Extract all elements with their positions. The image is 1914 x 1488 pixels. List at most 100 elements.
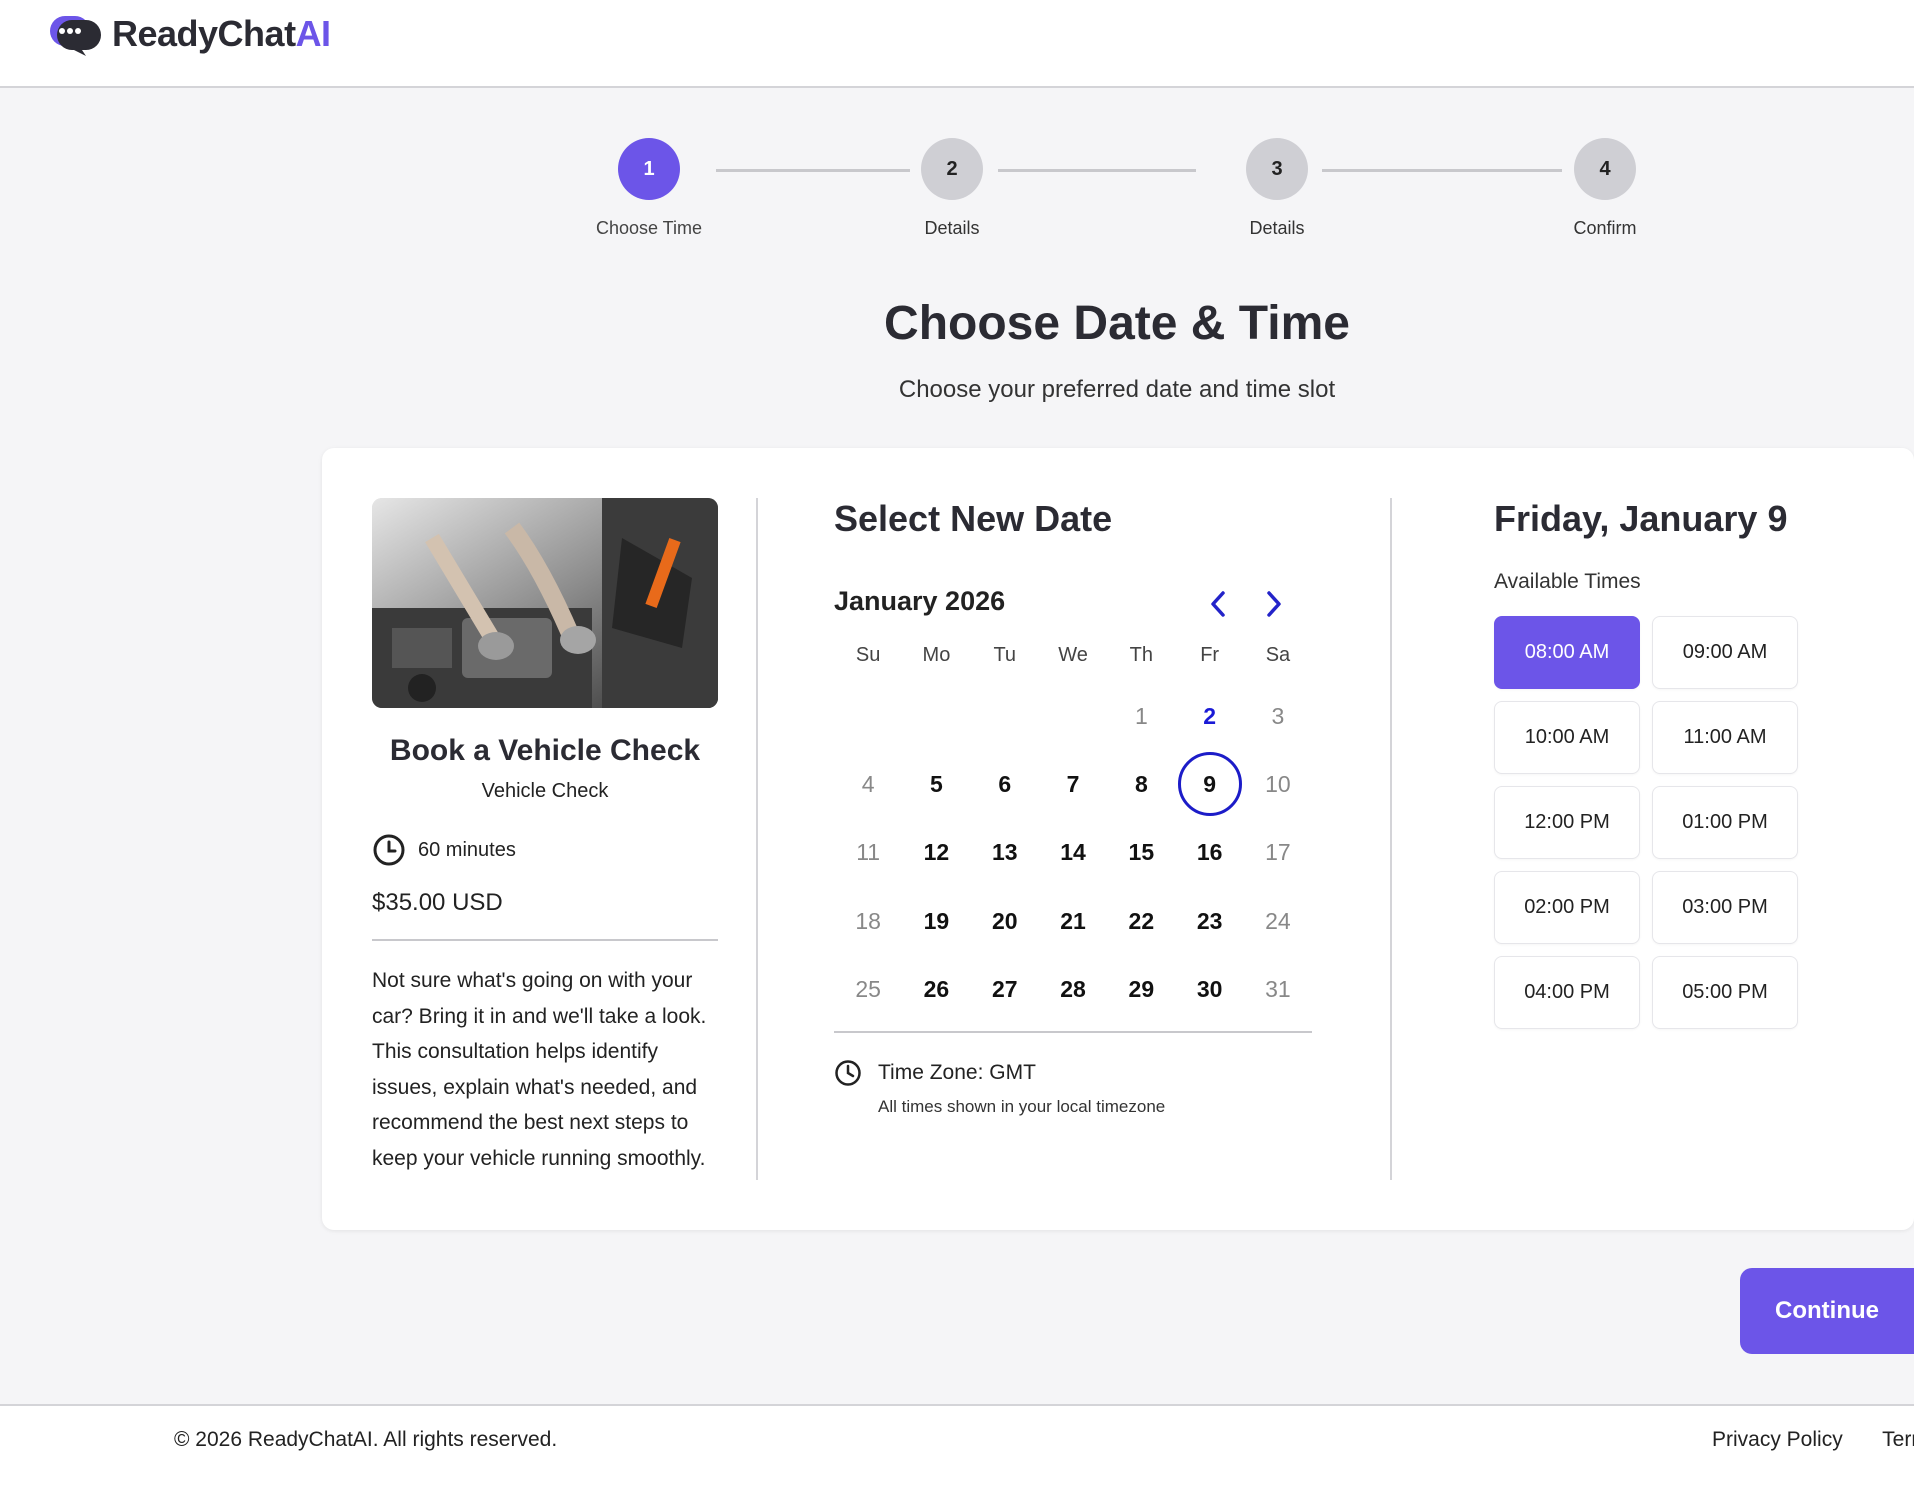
date-picker: Select New Date January 2026 Su Mo Tu We Th F… <box>834 498 1314 1117</box>
time-slot-button[interactable]: 05:00 PM <box>1652 956 1798 1029</box>
calendar-day-23[interactable]: 23 <box>1175 887 1243 955</box>
column-divider <box>1390 498 1392 1180</box>
calendar-empty-cell <box>1039 682 1107 750</box>
calendar-day-11: 11 <box>856 839 881 866</box>
step-number-badge: 3 <box>1246 138 1308 200</box>
service-title: Book a Vehicle Check <box>389 734 701 767</box>
page-title: Choose Date & Time <box>884 297 1350 350</box>
terms-link[interactable]: Terr <box>1882 1428 1914 1451</box>
clock-icon <box>373 834 405 866</box>
calendar-day-8[interactable]: 8 <box>1107 750 1175 818</box>
calendar-day-20[interactable]: 20 <box>971 887 1039 955</box>
time-slot-button[interactable]: 09:00 AM <box>1652 616 1798 689</box>
weekday-header: Mo <box>922 644 951 666</box>
service-price: $35.00 USD <box>372 889 718 941</box>
progress-stepper: 1 Choose Time 2 Details 3 Details 4 Conf… <box>560 138 1680 248</box>
calendar-separator <box>834 1031 1312 1034</box>
weekday-header: We <box>1058 644 1088 666</box>
chevron-left-icon <box>1211 591 1225 617</box>
selected-day-heading: Friday, January 9 <box>1494 498 1788 539</box>
calendar-header: January 2026 <box>834 586 1314 622</box>
time-slot-button[interactable]: 10:00 AM <box>1494 701 1640 774</box>
calendar-day-25: 25 <box>855 975 881 1002</box>
step-details-2: 3 Details <box>1197 138 1357 239</box>
copyright-text: © 2026 ReadyChatAI. All rights reserved. <box>174 1428 558 1451</box>
calendar-day-2[interactable]: 2 <box>1175 682 1243 750</box>
calendar-grid: Su Mo Tu We Th Fr Sa 1 2 3 4 5 6 7 8 9 10 11 12 13 14 15 16 17 1… <box>834 644 1314 1023</box>
calendar-day-4: 4 <box>861 770 875 797</box>
column-divider <box>756 498 758 1180</box>
calendar-day-14[interactable]: 14 <box>1039 819 1107 887</box>
booking-card: Book a Vehicle Check Vehicle Check 60 mi… <box>322 448 1914 1230</box>
timezone-label: Time Zone: GMT <box>878 1061 1036 1085</box>
calendar-day-5[interactable]: 5 <box>902 750 970 818</box>
step-number-badge: 4 <box>1574 138 1636 200</box>
calendar-day-1: 1 <box>1134 702 1148 729</box>
privacy-policy-link[interactable]: Privacy Policy <box>1712 1428 1843 1451</box>
step-label: Details <box>924 218 980 238</box>
step-details: 2 Details <box>872 138 1032 239</box>
step-number-badge: 2 <box>921 138 983 200</box>
step-label: Choose Time <box>595 218 703 238</box>
step-number-badge: 1 <box>618 138 680 200</box>
chevron-right-icon <box>1267 591 1281 617</box>
time-picker: Friday, January 9 Available Times 08:00 … <box>1494 498 1814 1029</box>
time-slot-button[interactable]: 03:00 PM <box>1652 871 1798 944</box>
calendar-day-29[interactable]: 29 <box>1107 955 1175 1023</box>
time-slot-button[interactable]: 02:00 PM <box>1494 871 1640 944</box>
footer-links: Privacy Policy Terr <box>1712 1428 1914 1452</box>
time-slot-button[interactable]: 12:00 PM <box>1494 786 1640 859</box>
continue-button[interactable]: Continue <box>1740 1268 1914 1354</box>
calendar-empty-cell <box>902 682 970 750</box>
calendar-day-31: 31 <box>1265 975 1291 1002</box>
top-header: ReadyChatAI <box>0 0 1914 88</box>
calendar-day-22[interactable]: 22 <box>1107 887 1175 955</box>
step-choose-time: 1 Choose Time <box>569 138 729 239</box>
calendar-day-30[interactable]: 30 <box>1175 955 1243 1023</box>
time-slot-button[interactable]: 04:00 PM <box>1494 956 1640 1029</box>
calendar-empty-cell <box>971 682 1039 750</box>
calendar-day-12[interactable]: 12 <box>902 819 970 887</box>
brand-logo[interactable]: ReadyChatAI <box>48 12 331 56</box>
selected-day-marker: 9 <box>1177 752 1242 817</box>
calendar-day-28[interactable]: 28 <box>1039 955 1107 1023</box>
calendar-day-6[interactable]: 6 <box>971 750 1039 818</box>
calendar-day-3: 3 <box>1271 702 1285 729</box>
calendar-day-27[interactable]: 27 <box>971 955 1039 1023</box>
weekday-header: Sa <box>1265 644 1291 666</box>
weekday-header: Fr <box>1200 644 1220 666</box>
next-month-button[interactable] <box>1254 584 1294 624</box>
weekday-header: Th <box>1129 644 1153 666</box>
service-description: Not sure what's going on with your car? … <box>372 969 707 1170</box>
calendar-day-13[interactable]: 13 <box>971 819 1039 887</box>
select-date-heading: Select New Date <box>834 498 1113 539</box>
page-subtitle: Choose your preferred date and time slot <box>898 376 1336 403</box>
calendar-day-26[interactable]: 26 <box>902 955 970 1023</box>
calendar-day-21[interactable]: 21 <box>1039 887 1107 955</box>
timezone-info: Time Zone: GMT <box>834 1059 1314 1087</box>
time-slot-button[interactable]: 11:00 AM <box>1652 701 1798 774</box>
calendar-day-7[interactable]: 7 <box>1039 750 1107 818</box>
time-slot-button[interactable]: 08:00 AM <box>1494 616 1640 689</box>
calendar-empty-cell <box>834 682 902 750</box>
page-footer: © 2026 ReadyChatAI. All rights reserved.… <box>0 1404 1914 1488</box>
chat-bubble-logo-icon <box>48 12 106 56</box>
duration-text: 60 minutes <box>418 838 516 861</box>
step-confirm: 4 Confirm <box>1525 138 1685 239</box>
calendar-day-9[interactable]: 9 <box>1175 750 1243 818</box>
weekday-header: Tu <box>993 644 1017 666</box>
calendar-day-16[interactable]: 16 <box>1175 819 1243 887</box>
service-image <box>372 498 718 708</box>
time-slot-grid: 08:00 AM 09:00 AM 10:00 AM 11:00 AM 12:00 PM… <box>1494 616 1814 1029</box>
calendar-day-15[interactable]: 15 <box>1107 819 1175 887</box>
available-times-label: Available Times <box>1494 570 1641 593</box>
brand-name: ReadyChatAI <box>112 13 331 54</box>
prev-month-button[interactable] <box>1198 584 1238 624</box>
time-slot-button[interactable]: 01:00 PM <box>1652 786 1798 859</box>
timezone-note: All times shown in your local timezone <box>878 1097 1166 1117</box>
step-label: Details <box>1249 218 1305 238</box>
calendar-day-10: 10 <box>1265 770 1291 797</box>
calendar-day-19[interactable]: 19 <box>902 887 970 955</box>
service-duration: 60 minutes <box>372 833 718 867</box>
calendar-nav <box>1182 584 1294 624</box>
